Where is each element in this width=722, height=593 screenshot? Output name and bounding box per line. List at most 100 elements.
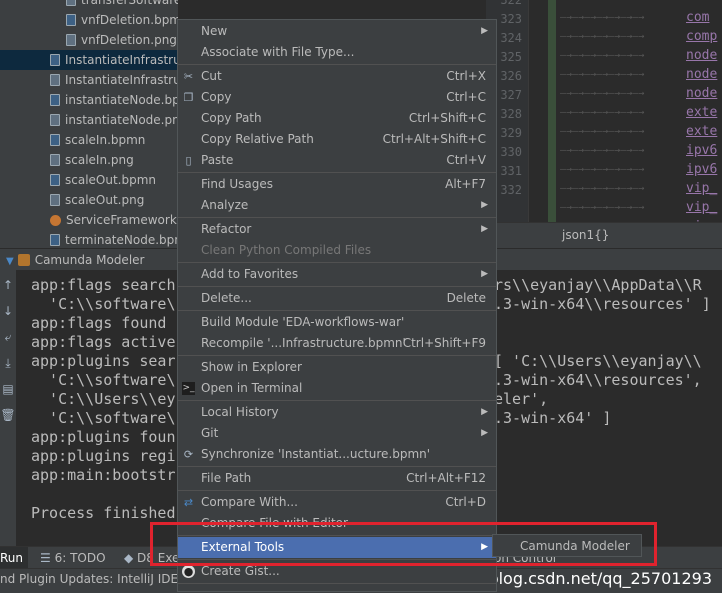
menu-item-local-history[interactable]: Local History ▶ <box>178 402 496 423</box>
console-line: app:flags search <box>31 276 176 294</box>
editor-diff-marker <box>548 0 556 222</box>
tree-item-label: vnfDeletion.png <box>81 33 177 47</box>
menu-item-copy-relative-path[interactable]: Copy Relative Path Ctrl+Alt+Shift+C <box>178 129 496 150</box>
menu-separator <box>178 217 496 218</box>
tree-item-label: scaleOut.bpmn <box>65 173 157 187</box>
menu-separator <box>178 400 496 401</box>
console-line-continuation: .3-win-x64' ] <box>494 409 612 427</box>
java-file-icon <box>50 215 61 226</box>
code-line: node <box>686 86 718 101</box>
menu-item-cut[interactable]: ✂ Cut Ctrl+X <box>178 66 496 87</box>
console-line-continuation: .3-win-x64\\resources' ] <box>494 295 711 313</box>
console-line: app:plugins sear <box>31 352 176 370</box>
menu-item-shortcut: Ctrl+Shift+F9 <box>402 336 486 350</box>
down-arrow-icon[interactable]: ↓ <box>0 304 16 318</box>
menu-item-refactor[interactable]: Refactor ▶ <box>178 219 496 240</box>
code-line: vip_ <box>686 181 718 196</box>
menu-item-compare-with[interactable]: ⇄ Compare With... Ctrl+D <box>178 492 496 513</box>
tree-item[interactable]: scaleIn.png <box>50 150 134 170</box>
menu-item-copy-path[interactable]: Copy Path Ctrl+Shift+C <box>178 108 496 129</box>
menu-item-git[interactable]: Git ▶ <box>178 423 496 444</box>
menu-item-show-explorer[interactable]: Show in Explorer <box>178 357 496 378</box>
bpmn-file-icon <box>50 94 60 106</box>
whitespace-markers: —→—→—→—→—→—→—→ <box>560 88 645 99</box>
console-line: app:flags found <box>31 314 167 332</box>
tree-item[interactable]: vnfDeletion.bpmn <box>66 10 178 30</box>
run-tab-camunda[interactable]: ▼ Camunda Modeler <box>0 249 144 271</box>
compare-icon: ⇄ <box>183 496 194 509</box>
menu-item-associate[interactable]: Associate with File Type... <box>178 42 496 63</box>
console-line: 'C:\\software\ <box>31 295 176 313</box>
console-line: 'C:\\software\ <box>31 371 176 389</box>
menu-item-synchronize[interactable]: ⟳ Synchronize 'Instantiat...ucture.bpmn' <box>178 444 496 465</box>
tree-item[interactable]: instantiateNode.bpmn <box>50 90 178 110</box>
menu-item-label: Find Usages <box>201 177 274 191</box>
submenu-arrow-icon: ▶ <box>481 428 488 438</box>
menu-item-open-terminal[interactable]: >_ Open in Terminal <box>178 378 496 399</box>
menu-item-paste[interactable]: ▯ Paste Ctrl+V <box>178 150 496 171</box>
tree-item-label: scaleIn.bpmn <box>65 133 146 147</box>
tab-run[interactable]: Run <box>0 547 28 569</box>
menu-item-recompile[interactable]: Recompile '...Infrastructure.bpmn' Ctrl+S… <box>178 333 496 354</box>
menu-item-label: Open in Terminal <box>201 381 303 395</box>
submenu-arrow-icon: ▶ <box>481 26 488 36</box>
tree-item[interactable]: ServiceFrameworkCo <box>50 210 178 230</box>
tree-item[interactable]: scaleOut.bpmn <box>50 170 156 190</box>
menu-item-build-module[interactable]: Build Module 'EDA-workflows-war' <box>178 312 496 333</box>
clipboard-icon: ▯ <box>185 154 192 167</box>
bpmn-file-icon <box>50 54 60 66</box>
line-number: 332 <box>500 183 522 197</box>
run-tab-label: Camunda Modeler <box>34 253 145 267</box>
line-number: 330 <box>500 145 522 159</box>
tree-item[interactable]: InstantiateInfrastructu <box>0 50 178 70</box>
png-file-icon <box>66 0 76 6</box>
menu-item-shortcut: Ctrl+Alt+Shift+C <box>382 132 486 146</box>
menu-separator <box>178 64 496 65</box>
menu-item-label: Git <box>201 426 219 440</box>
menu-separator <box>178 172 496 173</box>
menu-item-new[interactable]: New ▶ <box>178 21 496 42</box>
menu-item-shortcut: Ctrl+Shift+C <box>408 111 486 125</box>
menu-item-copy[interactable]: ❐ Copy Ctrl+C <box>178 87 496 108</box>
editor-code[interactable]: —→—→—→—→—→—→—→ com —→—→—→—→—→—→—→ comp —→—→—… <box>556 0 722 222</box>
menu-item-analyze[interactable]: Analyze ▶ <box>178 195 496 216</box>
line-number: 325 <box>500 50 522 64</box>
tree-item-label: scaleOut.png <box>65 193 145 207</box>
tree-item[interactable]: scaleOut.png <box>50 190 144 210</box>
line-number: 329 <box>500 126 522 140</box>
console-line: app:plugins regi <box>31 447 176 465</box>
bpmn-file-icon <box>50 234 60 246</box>
menu-item-delete[interactable]: Delete... Delete <box>178 288 496 309</box>
menu-item-label: Clean Python Compiled Files <box>201 243 372 257</box>
menu-item-add-favorites[interactable]: Add to Favorites ▶ <box>178 264 496 285</box>
tree-item[interactable]: terminateNode.bpmn <box>50 230 178 248</box>
tree-item[interactable]: InstantiateInfrastructu <box>50 70 178 90</box>
context-menu: New ▶ Associate with File Type... ✂ Cut Ctr… <box>177 19 497 592</box>
console-line-continuation: eler', <box>494 390 549 408</box>
code-line: node <box>686 48 718 63</box>
menu-item-find-usages[interactable]: Find Usages Alt+F7 <box>178 174 496 195</box>
submenu-arrow-icon: ▶ <box>481 407 488 417</box>
breadcrumb[interactable]: json1{} <box>562 228 609 242</box>
soft-wrap-icon[interactable]: ⤶ <box>0 330 16 345</box>
tree-item[interactable]: instantiateNode.png <box>50 110 178 130</box>
menu-item-file-path[interactable]: File Path Ctrl+Alt+F12 <box>178 468 496 489</box>
tree-item[interactable]: transferSoftware.png <box>66 0 178 10</box>
scroll-to-end-icon[interactable]: ⤓ <box>0 356 16 371</box>
tree-item[interactable]: vnfDeletion.png <box>66 30 177 50</box>
tree-item[interactable]: scaleIn.bpmn <box>50 130 145 150</box>
console-line: 'C:\\Users\\ey <box>31 390 176 408</box>
print-icon[interactable]: ▤ <box>0 382 16 396</box>
whitespace-markers: —→—→—→—→—→—→—→ <box>560 183 645 194</box>
up-arrow-icon[interactable]: ↑ <box>0 278 16 292</box>
console-line-continuation: [ 'C:\\Users\\eyanjay\\ <box>494 352 702 370</box>
tree-item-label: instantiateNode.bpmn <box>65 93 178 107</box>
png-file-icon <box>50 194 60 206</box>
tree-item-label: transferSoftware.png <box>81 0 178 7</box>
menu-item-label: Local History <box>201 405 279 419</box>
menu-separator <box>178 466 496 467</box>
trash-icon[interactable]: 🗑 <box>0 408 16 422</box>
tab-todo[interactable]: ☰ 6: TODO <box>40 547 106 569</box>
code-line: vip_ <box>686 200 718 215</box>
menu-item-shortcut: Delete <box>446 291 486 305</box>
